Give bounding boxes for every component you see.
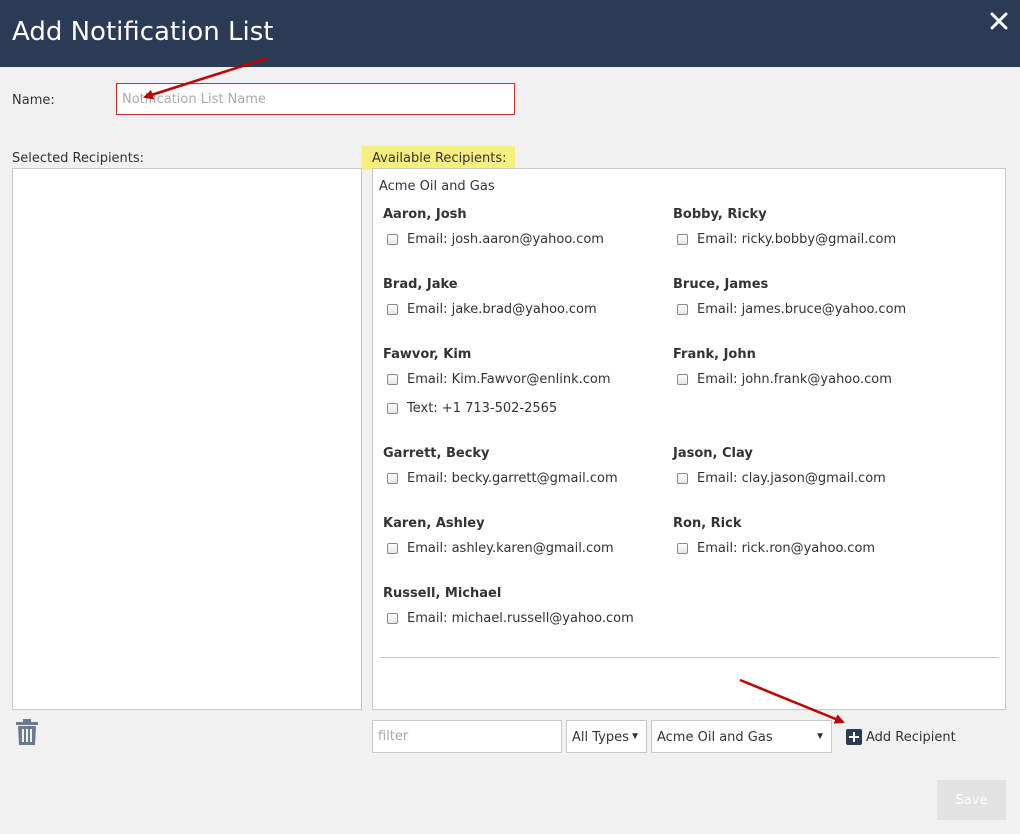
- contact-method-label: Email: john.frank@yahoo.com: [697, 371, 892, 387]
- caret-down-icon: ▼: [815, 731, 825, 742]
- contact-method-checkbox[interactable]: [387, 542, 398, 554]
- contact-method-checkbox[interactable]: [387, 472, 398, 484]
- available-recipients-highlight: Available Recipients:: [362, 146, 515, 170]
- contact-name: Garrett, Becky: [383, 446, 490, 461]
- contact-method-label: Email: becky.garrett@gmail.com: [407, 470, 618, 486]
- contact-method[interactable]: Text: +1 713-502-2565: [387, 399, 557, 417]
- selected-recipients-label: Selected Recipients:: [12, 151, 145, 166]
- company-select-value: Acme Oil and Gas: [657, 730, 773, 745]
- contact-method-checkbox[interactable]: [677, 542, 688, 554]
- contact-name: Fawvor, Kim: [383, 347, 472, 362]
- contact-method-label: Email: ricky.bobby@gmail.com: [697, 231, 897, 247]
- available-recipients-panel[interactable]: Acme Oil and Gas Aaron, Josh Email: josh…: [372, 168, 1006, 710]
- contact-method-checkbox[interactable]: [677, 472, 688, 484]
- contact-method-checkbox[interactable]: [387, 303, 398, 315]
- company-select[interactable]: Acme Oil and Gas ▼: [651, 720, 832, 753]
- contact-name: Frank, John: [673, 347, 756, 362]
- contact-method[interactable]: Email: ashley.karen@gmail.com: [387, 539, 614, 557]
- contact-name: Karen, Ashley: [383, 516, 485, 531]
- dialog-header: Add Notification List: [0, 0, 1020, 67]
- contact-method[interactable]: Email: michael.russell@yahoo.com: [387, 609, 634, 627]
- contact-method[interactable]: Email: clay.jason@gmail.com: [677, 469, 886, 487]
- contact-name: Bruce, James: [673, 277, 769, 292]
- contact-method-label: Email: jake.brad@yahoo.com: [407, 301, 597, 317]
- add-recipient-label: Add Recipient: [866, 729, 956, 745]
- caret-down-icon: ▼: [630, 731, 640, 742]
- contact-method-label: Email: michael.russell@yahoo.com: [407, 610, 634, 626]
- type-select[interactable]: All Types ▼: [566, 720, 647, 753]
- contact-method-label: Text: +1 713-502-2565: [407, 400, 558, 416]
- contact-method[interactable]: Email: ricky.bobby@gmail.com: [677, 230, 896, 248]
- filter-input[interactable]: [372, 720, 562, 753]
- contact-method-checkbox[interactable]: [387, 612, 398, 624]
- contact-method[interactable]: Email: Kim.Fawvor@enlink.com: [387, 370, 611, 388]
- notification-list-name-input[interactable]: [116, 83, 515, 115]
- contact-method-checkbox[interactable]: [677, 303, 688, 315]
- list-divider: [379, 657, 999, 658]
- contact-method-label: Email: james.bruce@yahoo.com: [697, 301, 907, 317]
- contact-method[interactable]: Email: jake.brad@yahoo.com: [387, 300, 597, 318]
- contact-name: Brad, Jake: [383, 277, 458, 292]
- contact-method[interactable]: Email: josh.aaron@yahoo.com: [387, 230, 604, 248]
- save-button[interactable]: Save: [937, 780, 1006, 820]
- contact-method-label: Email: josh.aaron@yahoo.com: [407, 231, 604, 247]
- contact-name: Russell, Michael: [383, 586, 502, 601]
- contact-method-checkbox[interactable]: [387, 233, 398, 245]
- add-recipient-button[interactable]: Add Recipient: [846, 728, 956, 746]
- contact-name: Bobby, Ricky: [673, 207, 767, 222]
- contact-method-label: Email: ashley.karen@gmail.com: [407, 540, 614, 556]
- trash-icon[interactable]: [15, 719, 39, 746]
- plus-square-icon: [846, 729, 862, 745]
- contact-method-checkbox[interactable]: [387, 373, 398, 385]
- selected-recipients-panel[interactable]: [12, 168, 362, 710]
- close-icon[interactable]: [988, 10, 1010, 32]
- name-label: Name:: [12, 93, 55, 108]
- dialog-title: Add Notification List: [12, 17, 274, 47]
- contact-method-checkbox[interactable]: [677, 233, 688, 245]
- contact-method[interactable]: Email: john.frank@yahoo.com: [677, 370, 892, 388]
- type-select-value: All Types: [572, 730, 629, 745]
- contact-method[interactable]: Email: becky.garrett@gmail.com: [387, 469, 618, 487]
- contact-method[interactable]: Email: james.bruce@yahoo.com: [677, 300, 906, 318]
- contact-name: Aaron, Josh: [383, 207, 467, 222]
- contact-method-label: Email: Kim.Fawvor@enlink.com: [407, 371, 611, 387]
- contact-name: Ron, Rick: [673, 516, 742, 531]
- contact-name: Jason, Clay: [673, 446, 753, 461]
- contact-method[interactable]: Email: rick.ron@yahoo.com: [677, 539, 875, 557]
- company-group-label: Acme Oil and Gas: [379, 179, 495, 194]
- contact-method-label: Email: clay.jason@gmail.com: [697, 470, 886, 486]
- available-recipients-label: Available Recipients:: [372, 151, 507, 166]
- contact-method-checkbox[interactable]: [387, 402, 398, 414]
- contact-method-checkbox[interactable]: [677, 373, 688, 385]
- contact-method-label: Email: rick.ron@yahoo.com: [697, 540, 876, 556]
